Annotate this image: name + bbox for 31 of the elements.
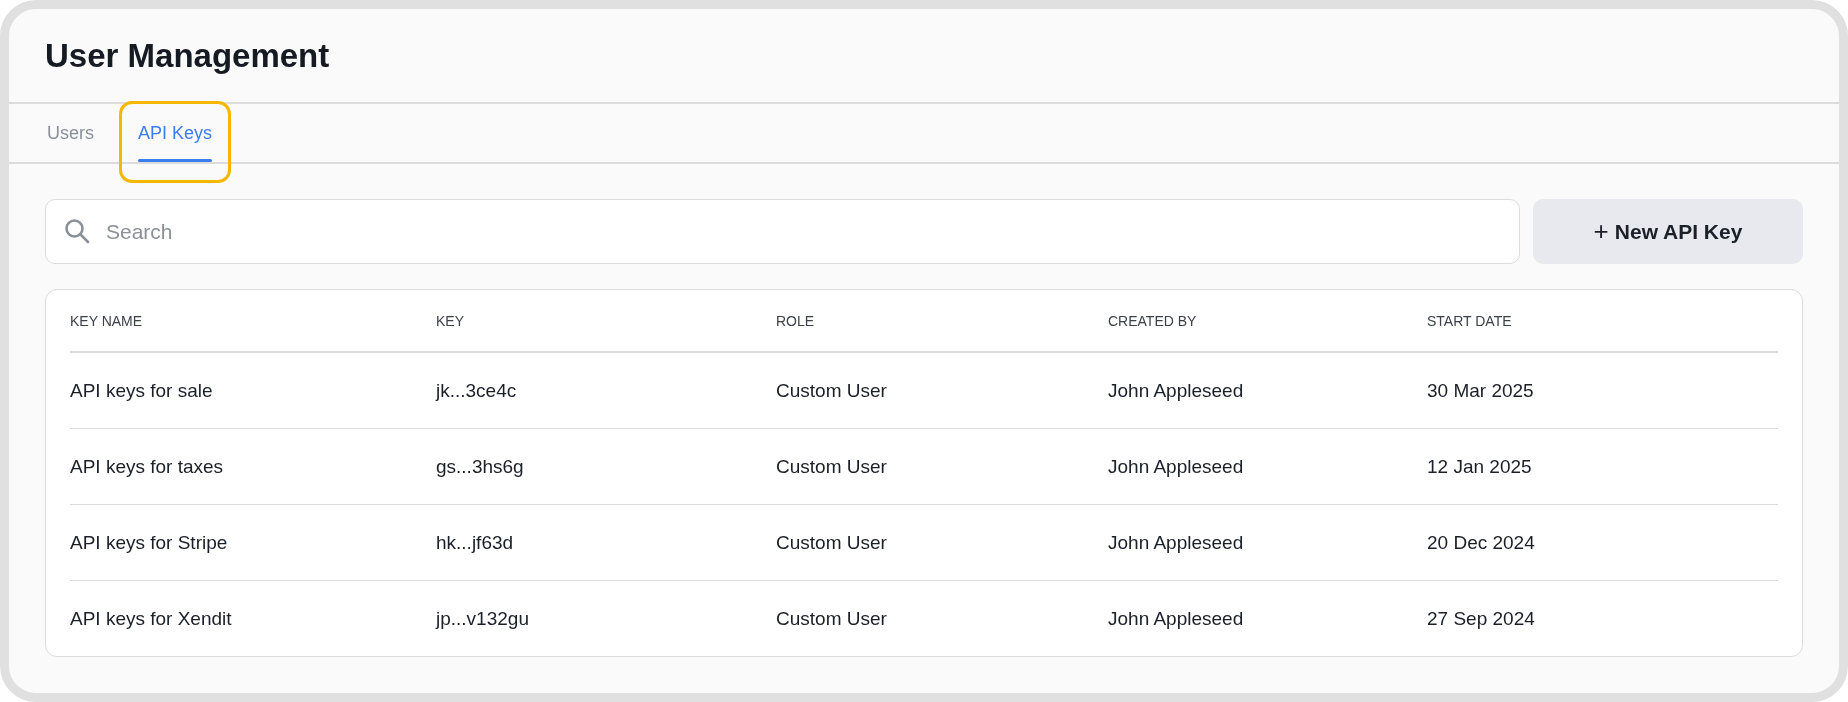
new-api-key-button[interactable]: + New API Key xyxy=(1533,199,1803,264)
table-cell-text: Custom User xyxy=(776,531,888,554)
table-cell-text: jk...3ce4c xyxy=(436,379,518,402)
table-cell-text: jp...v132gu xyxy=(436,607,530,630)
table-cell-text: API keys for Xendit xyxy=(70,607,233,630)
table-cell-text: gs...3hs6g xyxy=(436,455,525,478)
table-cell-text: hk...jf63d xyxy=(436,531,515,554)
table-cell-text: API keys for sale xyxy=(70,379,214,402)
table-cell-text: John Appleseed xyxy=(1108,607,1245,630)
table-cell-text: 20 Dec 2024 xyxy=(1427,531,1536,554)
table-cell-text: Custom User xyxy=(776,607,888,630)
table-cell-text: Custom User xyxy=(776,379,888,402)
column-header: START DATE xyxy=(1427,312,1513,329)
tab[interactable]: Users xyxy=(31,104,110,162)
table-cell-text: John Appleseed xyxy=(1108,455,1245,478)
column-header: KEY NAME xyxy=(70,312,144,329)
table-cell-text: John Appleseed xyxy=(1108,379,1245,402)
table-cell-text: Custom User xyxy=(776,455,888,478)
search-field[interactable]: Search xyxy=(45,199,1520,264)
column-header: KEY xyxy=(436,312,465,329)
table-cell-text: John Appleseed xyxy=(1108,531,1245,554)
table-cell-text: 30 Mar 2025 xyxy=(1427,379,1535,402)
page-title: User Management xyxy=(45,36,330,75)
tab[interactable]: API Keys xyxy=(122,104,229,180)
table-cell-text: 27 Sep 2024 xyxy=(1427,607,1536,630)
table-cell-text: API keys for taxes xyxy=(70,455,225,478)
column-header: ROLE xyxy=(776,312,816,329)
table-cell-text: API keys for Stripe xyxy=(70,531,229,554)
column-header: CREATED BY xyxy=(1108,312,1198,329)
search-icon xyxy=(63,217,91,245)
table-cell-text: 12 Jan 2025 xyxy=(1427,455,1533,478)
